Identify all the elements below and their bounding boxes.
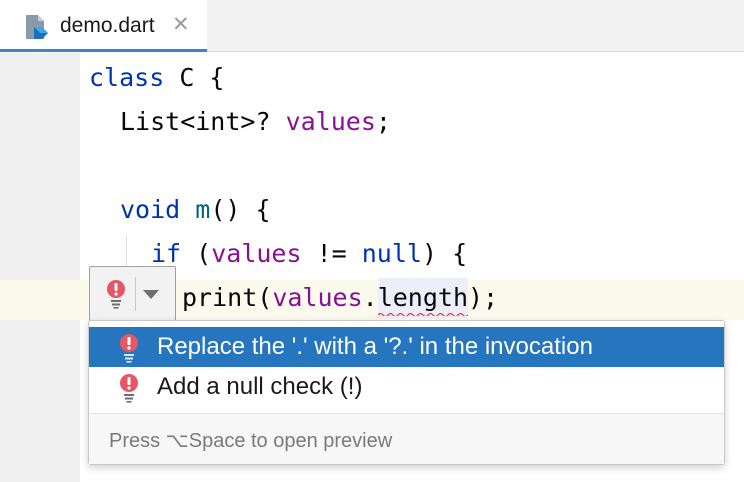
- code-text: .: [362, 283, 378, 312]
- intention-actions-button[interactable]: [89, 266, 176, 321]
- error-bulb-icon: [107, 280, 125, 309]
- intention-actions-popup: Replace the '.' with a '?.' in the invoc…: [88, 320, 725, 465]
- error-squiggle: [377, 312, 468, 316]
- keyword-void: void: [120, 195, 181, 224]
- code-text: ) {: [421, 239, 468, 268]
- method-name: m: [195, 195, 211, 224]
- editor-tab-bar: demo.dart ✕: [0, 0, 744, 52]
- code-line-2: List<int>? values;: [120, 102, 391, 142]
- preview-hint: Press ⌥Space to open preview: [109, 430, 393, 452]
- dart-file-icon: [26, 15, 48, 39]
- code-line-3: void m() {: [120, 190, 271, 230]
- property-length: length: [377, 283, 468, 312]
- popup-item-label: Add a null check (!): [157, 373, 363, 400]
- code-line-1: class C {: [89, 58, 224, 98]
- popup-item-label: Replace the '.' with a '?.' in the invoc…: [157, 333, 593, 360]
- error-bulb-icon: [120, 374, 138, 403]
- close-icon[interactable]: ✕: [172, 14, 190, 35]
- code-text: );: [468, 283, 499, 312]
- button-separator: [135, 277, 136, 311]
- dropdown-arrow-icon[interactable]: [141, 288, 161, 300]
- keyword-if: if: [151, 239, 182, 268]
- code-text: C {: [164, 63, 225, 92]
- popup-item-replace-null-aware[interactable]: Replace the '.' with a '?.' in the invoc…: [89, 327, 724, 367]
- error-bulb-icon: [120, 334, 138, 363]
- editor-gutter: [0, 53, 80, 482]
- tab-demo-dart[interactable]: demo.dart ✕: [0, 0, 207, 52]
- type-name: List<int>?: [120, 107, 271, 136]
- tab-title: demo.dart: [60, 14, 155, 37]
- field-values: values: [285, 107, 376, 136]
- field-values: values: [211, 239, 302, 268]
- code-line-4: if (values != null) {: [151, 234, 467, 274]
- code-line-5: print(values.length);: [182, 278, 498, 318]
- popup-footer: Press ⌥Space to open preview: [89, 413, 724, 464]
- code-text: (: [181, 239, 212, 268]
- keyword-null: null: [361, 239, 422, 268]
- error-highlight-length[interactable]: length: [377, 278, 468, 318]
- field-values: values: [272, 283, 363, 312]
- keyword-class: class: [89, 63, 165, 92]
- code-text: !=: [301, 239, 362, 268]
- popup-item-add-null-check[interactable]: Add a null check (!): [89, 367, 724, 407]
- code-text: print(: [182, 283, 273, 312]
- code-text: ;: [375, 107, 391, 136]
- code-text: () {: [210, 195, 271, 224]
